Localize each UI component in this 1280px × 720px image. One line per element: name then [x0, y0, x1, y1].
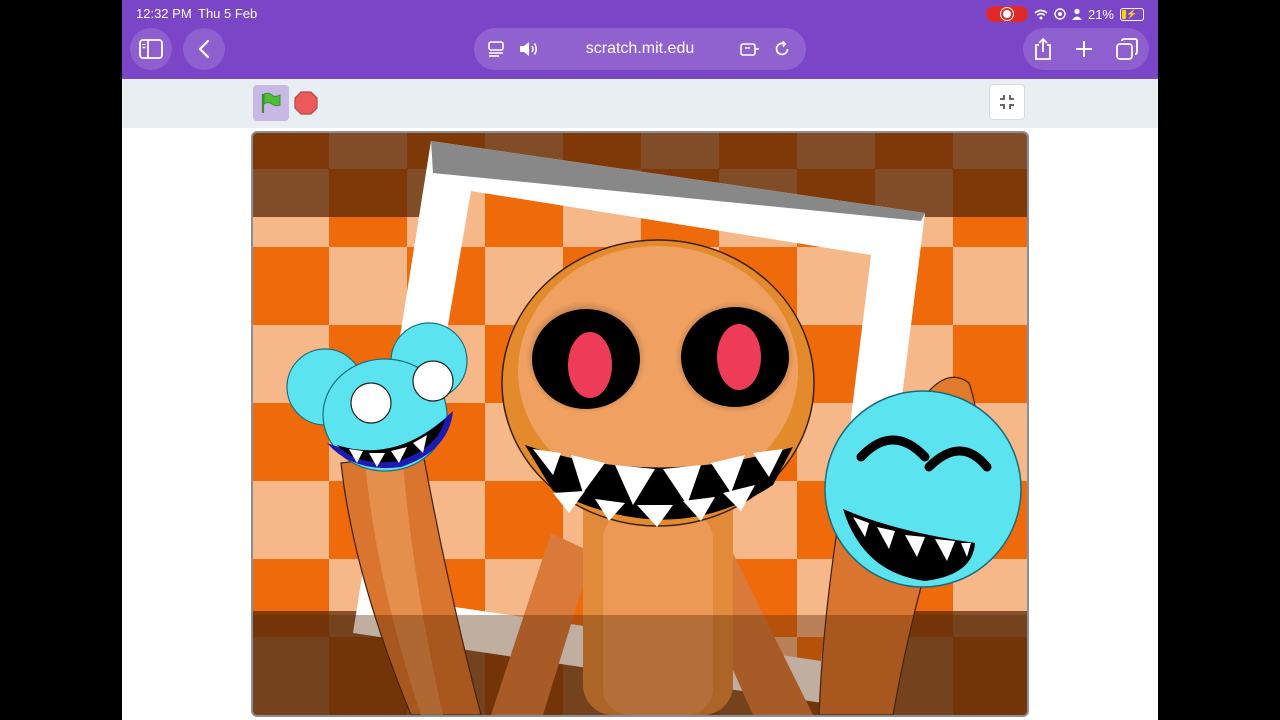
sidebar-button[interactable]	[130, 28, 172, 70]
vpn-icon	[1054, 8, 1066, 20]
exit-fullscreen-icon	[1000, 95, 1014, 109]
battery-percent: 21%	[1087, 6, 1114, 22]
toolbar-right-actions	[1023, 28, 1149, 70]
speaker-icon[interactable]	[518, 39, 538, 59]
status-time: 12:32 PM	[136, 6, 192, 21]
ipad-screen: 12:32 PM Thu 5 Feb 21% ⚡ scratch.mit.edu	[122, 0, 1158, 720]
address-bar[interactable]: scratch.mit.edu	[474, 28, 806, 70]
status-icons: 21% ⚡	[985, 5, 1144, 23]
back-chevron-icon	[198, 39, 210, 59]
battery-charging-icon: ⚡	[1120, 7, 1144, 21]
extension-icon[interactable]	[740, 39, 760, 59]
green-flag-icon	[261, 92, 281, 113]
screen-record-icon[interactable]	[985, 6, 1028, 22]
status-date: Thu 5 Feb	[198, 6, 258, 21]
exit-fullscreen-button[interactable]	[989, 84, 1025, 120]
share-icon[interactable]	[1033, 37, 1053, 61]
green-flag-button[interactable]	[253, 85, 289, 121]
reader-icon[interactable]	[486, 39, 506, 59]
wifi-icon	[1034, 9, 1048, 19]
tabs-icon[interactable]	[1115, 37, 1139, 61]
new-tab-plus-icon[interactable]	[1074, 39, 1094, 59]
stage-canvas	[253, 133, 1027, 715]
back-button[interactable]	[183, 28, 225, 70]
stop-sign-icon[interactable]	[294, 91, 318, 115]
person-icon	[1071, 8, 1082, 20]
browser-toolbar: 12:32 PM Thu 5 Feb 21% ⚡ scratch.mit.edu	[122, 0, 1158, 79]
scratch-stage[interactable]	[251, 131, 1029, 717]
reload-icon[interactable]	[772, 39, 792, 59]
sidebar-icon	[139, 39, 163, 59]
